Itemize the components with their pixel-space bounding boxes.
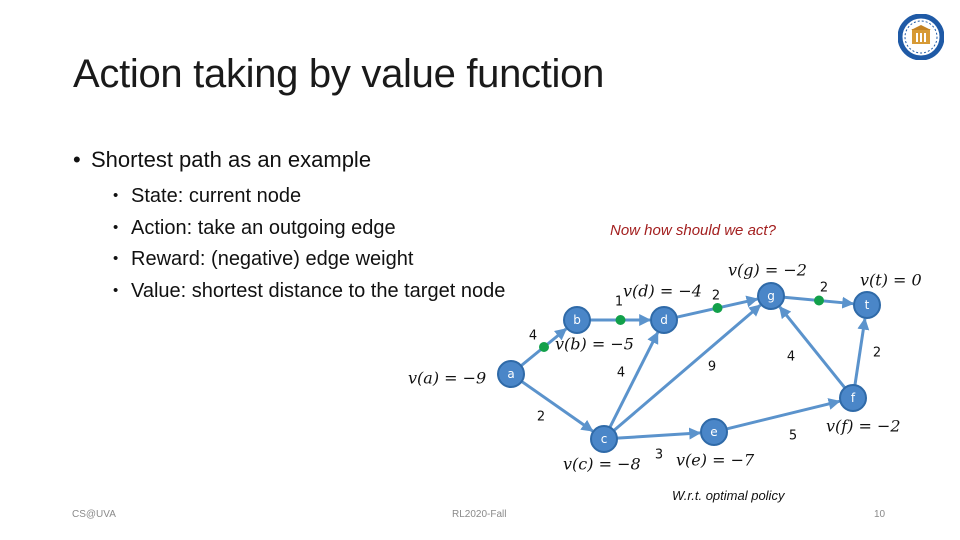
edge-f-t [853, 317, 870, 386]
value-label-d: v(d) = −4 [623, 282, 702, 301]
edge-weight-a-b: 4 [529, 329, 537, 344]
value-label-a: v(a) = −9 [408, 369, 486, 388]
edge-c-e [616, 427, 702, 440]
edge-weight-d-g: 2 [712, 289, 720, 304]
optimal-policy-caption: W.r.t. optimal policy [672, 488, 785, 503]
value-label-c: v(c) = −8 [563, 455, 641, 474]
node-f: f [839, 384, 867, 412]
value-label-e: v(e) = −7 [676, 451, 755, 470]
optimal-action-dot-g-t [814, 295, 824, 306]
optimal-action-dot-b-d [615, 315, 626, 325]
node-label: e [710, 425, 717, 439]
node-label: t [865, 298, 870, 312]
node-b: b [563, 306, 591, 334]
node-t: t [853, 291, 881, 319]
optimal-action-dot-a-b [539, 342, 549, 352]
footer-course: CS@UVA [72, 509, 116, 520]
node-label: g [767, 289, 775, 303]
edge-weight-g-t: 2 [820, 281, 828, 296]
node-a: a [497, 360, 525, 388]
edge-weight-e-f: 5 [789, 429, 797, 444]
value-label-t: v(t) = 0 [860, 271, 922, 290]
shortest-path-graph: 4214 93254 22 abcdefgt v(a) = −9v(b) = −5v… [408, 261, 922, 474]
optimal-action-dot-d-g [712, 303, 723, 313]
edge-weight-f-t: 2 [873, 346, 881, 361]
edge-weight-c-e: 3 [655, 448, 663, 463]
value-label-g: v(g) = −2 [728, 261, 807, 280]
value-label-b: v(b) = −5 [555, 335, 634, 354]
node-label: a [507, 367, 514, 381]
node-e: e [700, 418, 728, 446]
edge-weight-c-g: 9 [708, 360, 716, 375]
values-layer: v(a) = −9 v(b) = −5 v(c) = −8 v(d) = −4 v(e)… [408, 261, 922, 474]
node-label: c [601, 432, 608, 446]
edge-weight-a-c: 2 [537, 410, 545, 425]
value-label-f: v(f) = −2 [826, 417, 901, 436]
footer-term: RL2020-Fall [452, 509, 507, 520]
edge-weight-c-d: 4 [617, 366, 625, 381]
edge-a-c [520, 380, 594, 433]
edge-weight-b-d: 1 [615, 295, 623, 310]
node-c: c [590, 425, 618, 453]
edge-f-g [778, 305, 847, 389]
edge-e-f [726, 398, 841, 431]
edge-weight-f-g: 4 [787, 350, 795, 365]
node-d: d [650, 306, 678, 334]
node-label: d [660, 313, 668, 327]
node-g: g [757, 282, 785, 310]
node-label: b [573, 313, 581, 327]
edge-c-g [612, 303, 762, 432]
page-number: 10 [874, 509, 886, 520]
